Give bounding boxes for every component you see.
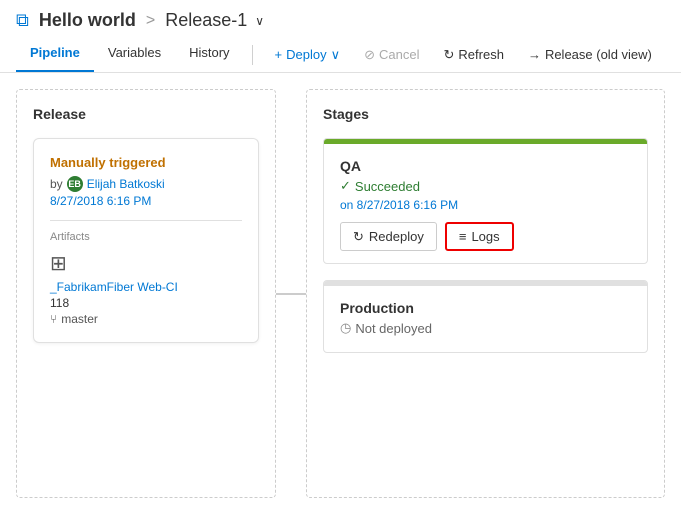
main-content: Release Manually triggered by EB Elijah … xyxy=(0,73,681,514)
logs-button[interactable]: ≡ Logs xyxy=(445,222,514,251)
breadcrumb-title: Hello world xyxy=(39,10,136,31)
tab-pipeline[interactable]: Pipeline xyxy=(16,37,94,72)
connector-line xyxy=(276,293,306,295)
artifact-name: _FabrikamFiber Web-CI xyxy=(50,280,242,294)
old-view-label: Release (old view) xyxy=(545,47,652,62)
check-icon: ✓ xyxy=(340,178,351,194)
stage-card-qa: QA ✓ Succeeded on 8/27/2018 6:16 PM ↻ Re… xyxy=(323,138,648,264)
old-view-icon: → xyxy=(528,47,541,62)
stage-name-qa: QA xyxy=(340,158,631,174)
tab-variables[interactable]: Variables xyxy=(94,37,175,72)
clock-icon: ◷ xyxy=(340,320,351,336)
deploy-button[interactable]: + Deploy ∨ xyxy=(265,41,351,69)
refresh-icon: ↻ xyxy=(444,47,455,63)
stage-actions-qa: ↻ Redeploy ≡ Logs xyxy=(340,222,631,251)
redeploy-button[interactable]: ↻ Redeploy xyxy=(340,222,437,251)
nav-tabs: Pipeline Variables History + Deploy ∨ ⊘ … xyxy=(0,37,681,73)
stage-name-production: Production xyxy=(340,300,631,316)
status-text-production: Not deployed xyxy=(355,321,432,336)
card-divider xyxy=(50,220,242,221)
artifact-icon: ⊞ xyxy=(50,251,242,276)
stage-body-qa: QA ✓ Succeeded on 8/27/2018 6:16 PM ↻ Re… xyxy=(324,144,647,263)
deploy-label: Deploy xyxy=(286,47,326,62)
status-text-qa: Succeeded xyxy=(355,179,420,194)
breadcrumb-separator: > xyxy=(146,12,155,30)
by-text: by xyxy=(50,177,63,191)
trigger-time: 8/27/2018 6:16 PM xyxy=(50,194,242,208)
deploy-plus-icon: + xyxy=(275,47,283,62)
stage-time-qa: on 8/27/2018 6:16 PM xyxy=(340,198,631,212)
stage-status-production: ◷ Not deployed xyxy=(340,320,631,336)
redeploy-label: Redeploy xyxy=(369,229,424,244)
nav-divider xyxy=(252,45,253,65)
artifact-branch: ⑂ master xyxy=(50,312,242,326)
redeploy-icon: ↻ xyxy=(353,229,364,245)
tab-history[interactable]: History xyxy=(175,37,243,72)
artifacts-label: Artifacts xyxy=(50,231,242,243)
app-icon: ⧉ xyxy=(16,10,29,31)
user-avatar: EB xyxy=(67,176,83,192)
cancel-label: Cancel xyxy=(379,47,419,62)
old-view-button[interactable]: → Release (old view) xyxy=(518,41,662,68)
stages-panel-title: Stages xyxy=(323,106,648,122)
stage-card-production: Production ◷ Not deployed xyxy=(323,280,648,353)
deploy-dropdown-icon: ∨ xyxy=(331,47,341,63)
branch-name: master xyxy=(61,312,98,326)
cancel-icon: ⊘ xyxy=(364,47,375,63)
logs-label: Logs xyxy=(471,229,499,244)
refresh-label: Refresh xyxy=(458,47,504,62)
release-panel-title: Release xyxy=(33,106,259,122)
stages-panel: Stages QA ✓ Succeeded on 8/27/2018 6:16 … xyxy=(306,89,665,498)
release-dropdown-arrow[interactable]: ∨ xyxy=(255,14,264,28)
header: ⧉ Hello world > Release-1 ∨ xyxy=(0,0,681,37)
by-line: by EB Elijah Batkoski xyxy=(50,176,242,192)
nav-actions: + Deploy ∨ ⊘ Cancel ↻ Refresh → Release … xyxy=(265,41,662,69)
stage-body-production: Production ◷ Not deployed xyxy=(324,286,647,352)
user-name: Elijah Batkoski xyxy=(87,177,165,191)
trigger-label: Manually triggered xyxy=(50,155,242,170)
release-panel: Release Manually triggered by EB Elijah … xyxy=(16,89,276,498)
stage-status-qa: ✓ Succeeded xyxy=(340,178,631,194)
artifact-build: 118 xyxy=(50,296,242,310)
logs-icon: ≡ xyxy=(459,229,467,244)
connector xyxy=(276,89,306,498)
release-name: Release-1 xyxy=(165,10,247,31)
cancel-button[interactable]: ⊘ Cancel xyxy=(354,41,429,69)
refresh-button[interactable]: ↻ Refresh xyxy=(434,41,514,69)
branch-icon: ⑂ xyxy=(50,312,57,326)
release-card: Manually triggered by EB Elijah Batkoski… xyxy=(33,138,259,343)
